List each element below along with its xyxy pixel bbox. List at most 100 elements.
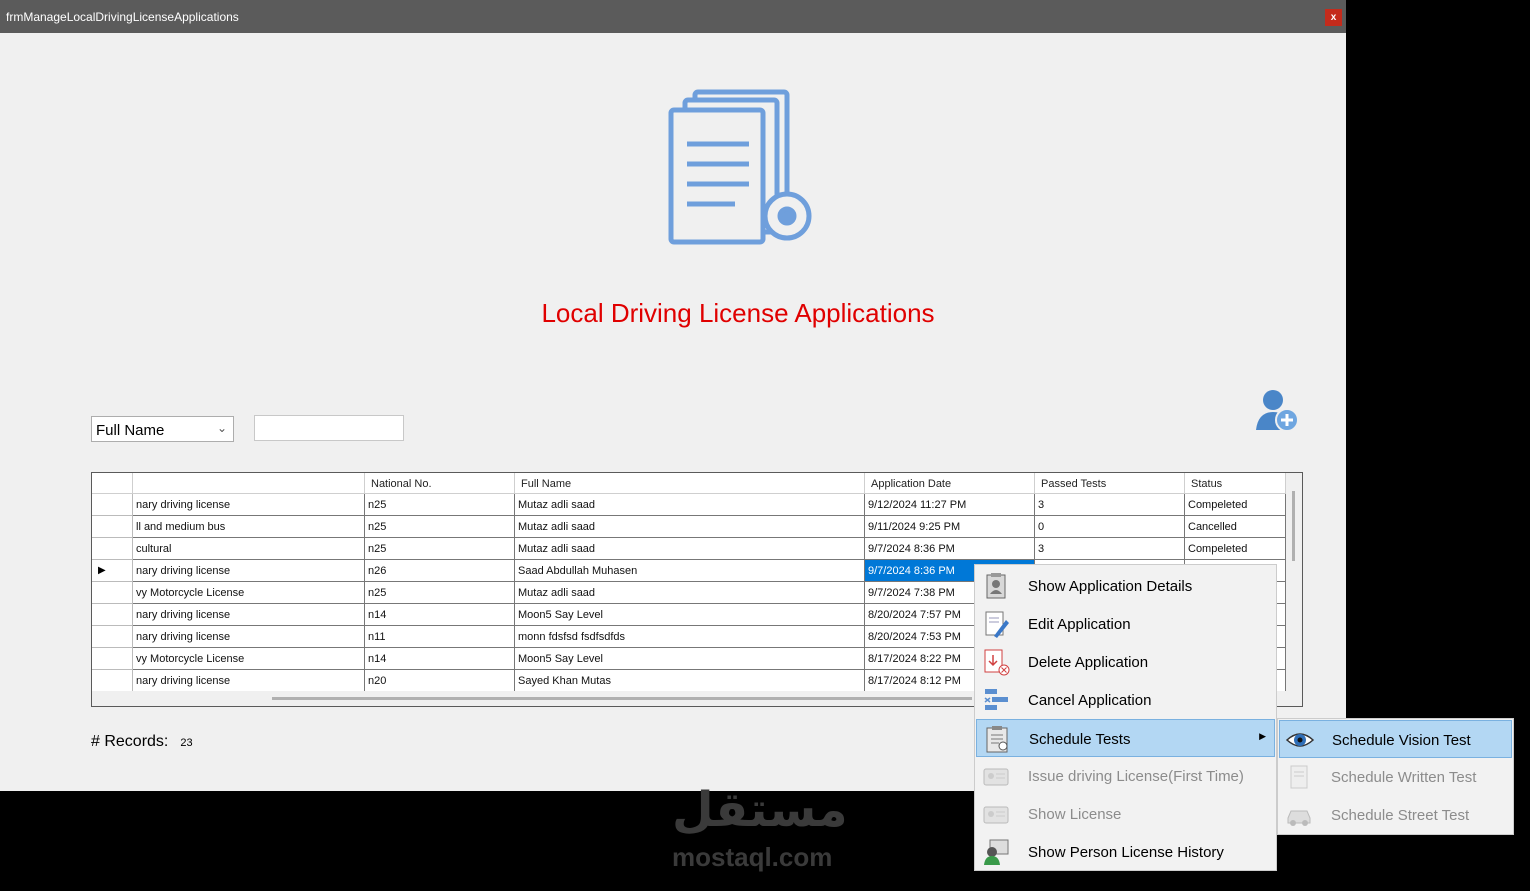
column-header[interactable]: Passed Tests (1035, 473, 1185, 494)
menu-item-delete-application[interactable]: Delete Application (976, 643, 1275, 681)
watermark-logo: مستقل mostaql.com (672, 782, 848, 872)
table-cell[interactable]: Moon5 Say Level (515, 648, 865, 670)
table-cell[interactable]: nary driving license (133, 604, 365, 626)
close-button[interactable]: x (1325, 9, 1342, 26)
column-header[interactable]: National No. (365, 473, 515, 494)
table-cell[interactable]: n14 (365, 604, 515, 626)
table-cell[interactable]: Compeleted (1185, 494, 1286, 516)
column-header[interactable]: Application Date (865, 473, 1035, 494)
records-label: # Records: (91, 733, 169, 750)
table-cell[interactable]: n25 (365, 494, 515, 516)
horizontal-scroll-thumb[interactable] (272, 697, 972, 700)
table-cell[interactable]: Mutaz adli saad (515, 582, 865, 604)
context-menu: Show Application Details Edit Application… (974, 564, 1277, 871)
menu-item-issue-driving-license-first-time: Issue driving License(First Time) (976, 757, 1275, 795)
table-cell[interactable]: 0 (1035, 516, 1185, 538)
row-header[interactable] (92, 604, 133, 626)
person-history-icon (982, 838, 1010, 866)
records-count: # Records: 23 (91, 733, 193, 751)
row-header[interactable] (92, 648, 133, 670)
column-header[interactable]: Full Name (515, 473, 865, 494)
menu-item-cancel-application[interactable]: Cancel Application (976, 681, 1275, 719)
table-cell[interactable]: Cancelled (1185, 516, 1286, 538)
cancel-list-icon (982, 686, 1010, 714)
table-cell[interactable]: Moon5 Say Level (515, 604, 865, 626)
add-person-icon[interactable] (1254, 386, 1302, 439)
table-cell[interactable]: n25 (365, 516, 515, 538)
records-value: 23 (180, 737, 193, 749)
table-cell[interactable]: nary driving license (133, 670, 365, 692)
table-cell[interactable]: nary driving license (133, 494, 365, 516)
column-header[interactable]: Status (1185, 473, 1286, 494)
table-cell[interactable]: nary driving license (133, 626, 365, 648)
submenu-arrow-icon: ▶ (1259, 731, 1266, 741)
menu-item-label: Delete Application (1028, 654, 1149, 671)
license-card-icon (982, 762, 1010, 790)
table-row[interactable]: ll and medium bus n25 Mutaz adli saad 9/11/… (92, 516, 1286, 538)
table-cell[interactable]: n11 (365, 626, 515, 648)
page-title: Local Driving License Applications (541, 298, 935, 328)
table-cell[interactable]: 9/7/2024 8:36 PM (865, 538, 1035, 560)
table-cell[interactable]: Mutaz adli saad (515, 494, 865, 516)
chevron-down-icon: ⌄ (216, 421, 227, 435)
table-cell[interactable]: cultural (133, 538, 365, 560)
table-row[interactable]: nary driving license n25 Mutaz adli saad 9/… (92, 494, 1286, 516)
menu-item-show-person-license-history[interactable]: Show Person License History (976, 833, 1275, 871)
row-header[interactable] (92, 626, 133, 648)
table-cell[interactable]: 9/11/2024 9:25 PM (865, 516, 1035, 538)
table-cell[interactable]: Mutaz adli saad (515, 538, 865, 560)
filter-text-input[interactable] (254, 415, 404, 441)
table-cell[interactable]: n25 (365, 538, 515, 560)
table-cell[interactable]: n14 (365, 648, 515, 670)
grid-corner-header (92, 473, 133, 494)
menu-item-edit-application[interactable]: Edit Application (976, 605, 1275, 643)
eye-icon (1285, 726, 1315, 754)
table-cell[interactable]: Sayed Khan Mutas (515, 670, 865, 692)
table-cell[interactable]: Saad Abdullah Muhasen (515, 560, 865, 582)
row-header[interactable] (92, 670, 133, 692)
table-cell[interactable]: n25 (365, 582, 515, 604)
menu-item-schedule-vision-test[interactable]: Schedule Vision Test (1279, 720, 1512, 758)
schedule-clipboard-icon (983, 725, 1011, 753)
schedule-tests-submenu: Schedule Vision Test Schedule Written Tes… (1277, 718, 1514, 835)
table-cell[interactable]: ll and medium bus (133, 516, 365, 538)
menu-item-label: Schedule Street Test (1331, 807, 1470, 824)
row-header[interactable] (92, 582, 133, 604)
documents-gear-icon (665, 86, 820, 256)
menu-item-label: Schedule Written Test (1331, 769, 1477, 786)
row-header[interactable] (92, 538, 133, 560)
menu-item-label: Show Application Details (1028, 578, 1193, 595)
table-row[interactable]: cultural n25 Mutaz adli saad 9/7/2024 8:36 … (92, 538, 1286, 560)
menu-item-schedule-tests[interactable]: Schedule Tests ▶ (976, 719, 1275, 757)
written-test-icon (1285, 763, 1313, 791)
filter-column-select[interactable]: Full Name ⌄ (91, 416, 234, 442)
vertical-scroll-thumb[interactable] (1292, 491, 1295, 561)
table-cell[interactable]: 3 (1035, 538, 1185, 560)
table-cell[interactable]: vy Motorcycle License (133, 582, 365, 604)
menu-item-show-application-details[interactable]: Show Application Details (976, 567, 1275, 605)
table-cell[interactable]: vy Motorcycle License (133, 648, 365, 670)
menu-item-label: Show Person License History (1028, 844, 1224, 861)
menu-item-label: Edit Application (1028, 616, 1131, 633)
watermark-arabic: مستقل (672, 782, 848, 838)
table-cell[interactable]: n26 (365, 560, 515, 582)
table-cell[interactable]: n20 (365, 670, 515, 692)
table-cell[interactable]: monn fdsfsd fsdfsdfds (515, 626, 865, 648)
row-header[interactable] (92, 516, 133, 538)
row-header[interactable] (92, 494, 133, 516)
table-cell[interactable]: Mutaz adli saad (515, 516, 865, 538)
menu-item-label: Schedule Tests (1029, 731, 1131, 748)
menu-item-schedule-written-test: Schedule Written Test (1279, 758, 1512, 796)
title-bar: frmManageLocalDrivingLicenseApplications… (0, 0, 1346, 33)
row-header[interactable]: ▶ (92, 560, 133, 582)
table-cell[interactable]: nary driving license (133, 560, 365, 582)
table-cell[interactable]: 3 (1035, 494, 1185, 516)
column-header[interactable] (133, 473, 365, 494)
table-cell[interactable]: 9/12/2024 11:27 PM (865, 494, 1035, 516)
menu-item-schedule-street-test: Schedule Street Test (1279, 796, 1512, 834)
table-cell[interactable]: Compeleted (1185, 538, 1286, 560)
license-card-icon (982, 800, 1010, 828)
delete-document-icon (982, 648, 1010, 676)
vertical-scrollbar[interactable] (1286, 473, 1302, 706)
menu-item-show-license: Show License (976, 795, 1275, 833)
